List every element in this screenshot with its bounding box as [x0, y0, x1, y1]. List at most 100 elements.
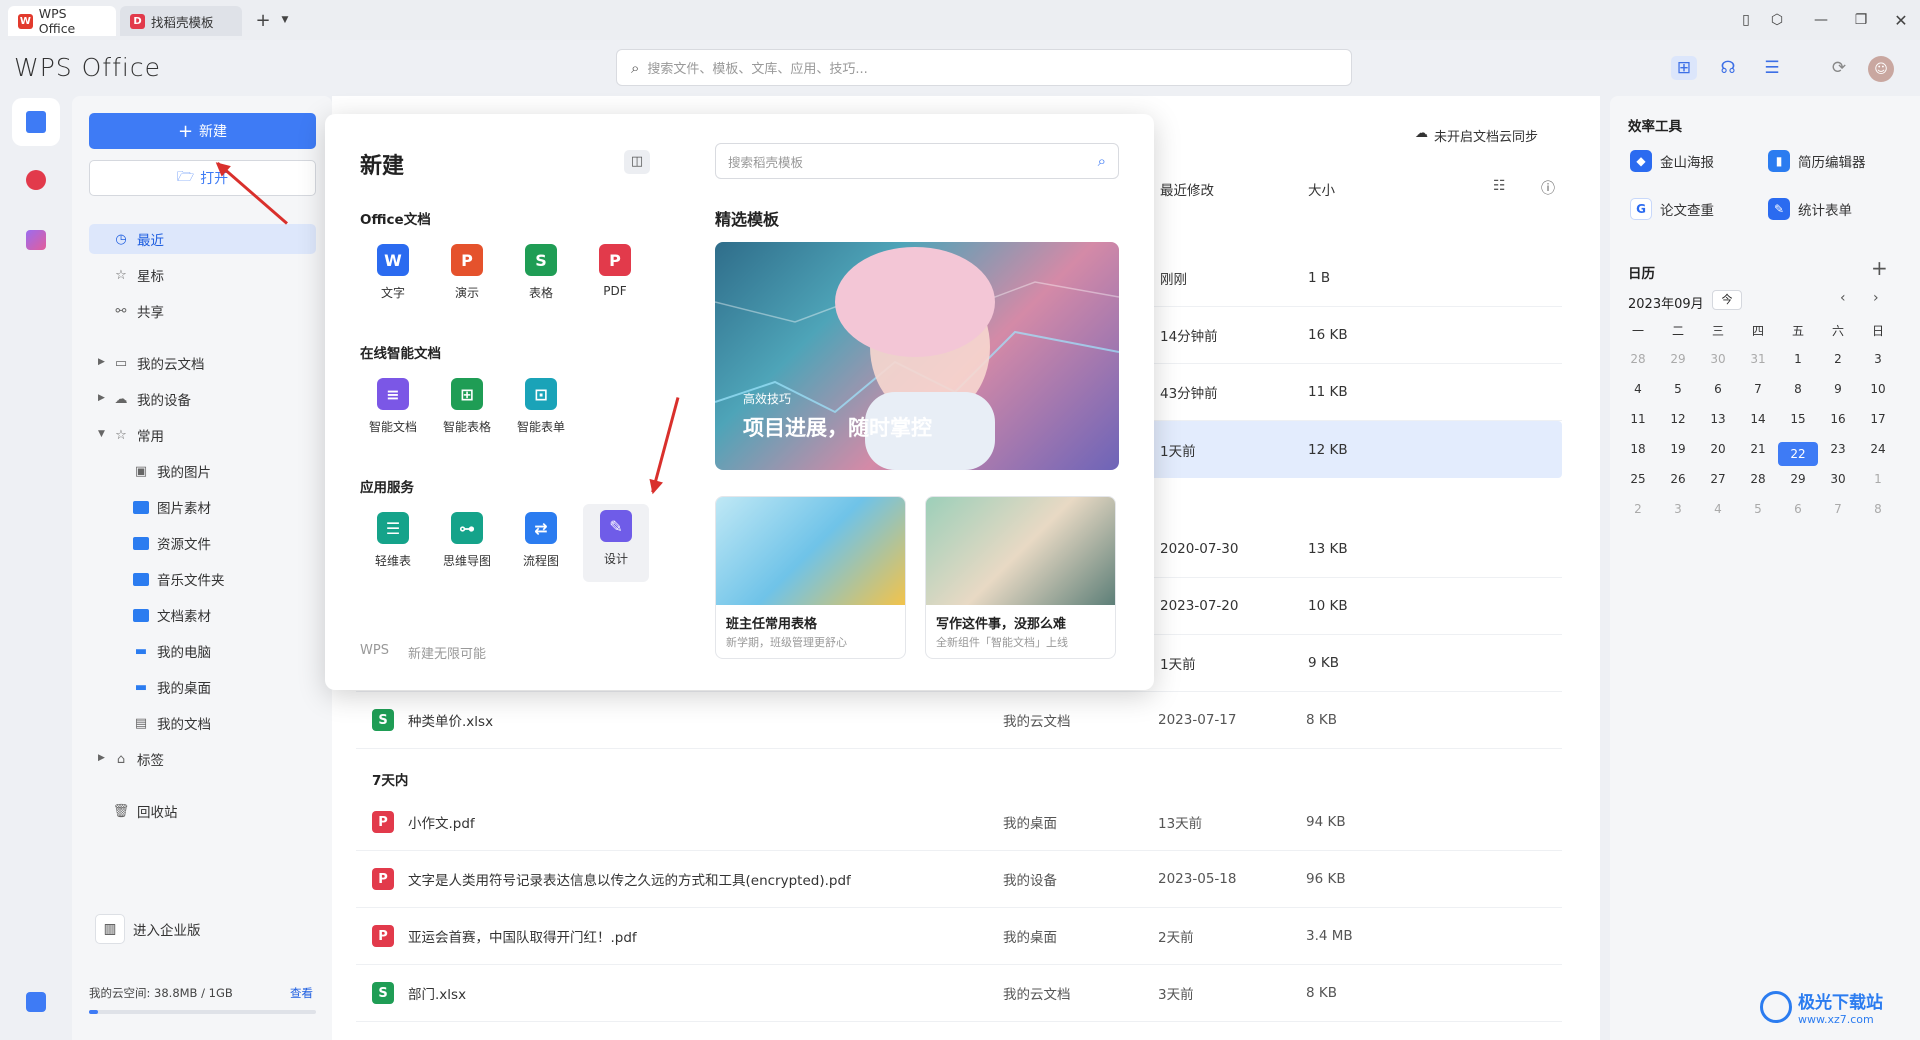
- minimize-icon[interactable]: —: [1808, 8, 1834, 32]
- calendar-day[interactable]: 28: [1618, 352, 1658, 366]
- calendar-day-today[interactable]: 22: [1778, 442, 1818, 466]
- calendar-day[interactable]: 25: [1618, 472, 1658, 486]
- calendar-day[interactable]: 29: [1658, 352, 1698, 366]
- nav-picture-assets[interactable]: 图片素材: [133, 492, 211, 522]
- nav-common[interactable]: ☆ 常用: [113, 420, 164, 450]
- tool-stat-form[interactable]: ✎ 统计表单: [1768, 198, 1852, 220]
- table-row[interactable]: P 小作文.pdf 我的桌面 13天前 94 KB: [356, 794, 1562, 851]
- calendar-day[interactable]: 1: [1778, 352, 1818, 366]
- avatar[interactable]: ☺: [1868, 56, 1894, 82]
- expand-caret-icon[interactable]: ▶: [98, 357, 105, 367]
- enterprise-link[interactable]: 进入企业版: [133, 914, 201, 944]
- calendar-day[interactable]: 14: [1738, 412, 1778, 426]
- new-smart-sheet-app[interactable]: ⊞ 智能表格: [435, 378, 499, 435]
- new-spreadsheet-app[interactable]: S 表格: [509, 244, 573, 301]
- calendar-day[interactable]: 19: [1658, 442, 1698, 456]
- calendar-day[interactable]: 8: [1778, 382, 1818, 396]
- calendar-day[interactable]: 26: [1658, 472, 1698, 486]
- prev-month-icon[interactable]: ‹: [1840, 290, 1846, 306]
- nav-recent[interactable]: ◷ 最近: [89, 224, 316, 254]
- calendar-day[interactable]: 5: [1658, 382, 1698, 396]
- calendar-day[interactable]: 2: [1618, 502, 1658, 516]
- calendar-day[interactable]: 27: [1698, 472, 1738, 486]
- calendar-day[interactable]: 17: [1858, 412, 1898, 426]
- nav-my-pictures[interactable]: ▣ 我的图片: [133, 456, 211, 486]
- tab-wps-office[interactable]: W WPS Office: [8, 6, 116, 36]
- tool-poster[interactable]: ◆ 金山海报: [1630, 150, 1714, 172]
- pdf-rail-icon[interactable]: [12, 156, 60, 204]
- expand-caret-icon[interactable]: ▶: [98, 393, 105, 403]
- nav-doc-assets[interactable]: 文档素材: [133, 600, 211, 630]
- calendar-day[interactable]: 20: [1698, 442, 1738, 456]
- today-button[interactable]: 今: [1712, 290, 1742, 310]
- table-row[interactable]: S 部门.xlsx 我的云文档 3天前 8 KB: [356, 965, 1562, 1022]
- tool-paper-check[interactable]: G 论文查重: [1630, 198, 1714, 220]
- new-pdf-app[interactable]: P PDF: [583, 244, 647, 298]
- restore-icon[interactable]: ❐: [1848, 8, 1874, 32]
- table-row[interactable]: P 亚运会首赛，中国队取得开门红！.pdf 我的桌面 2天前 3.4 MB: [356, 908, 1562, 965]
- template-search-input[interactable]: 搜索稻壳模板 ⌕: [715, 143, 1119, 179]
- sync-icon[interactable]: ⟳: [1826, 56, 1852, 80]
- calendar-day[interactable]: 4: [1698, 502, 1738, 516]
- calendar-day[interactable]: 13: [1698, 412, 1738, 426]
- calendar-day[interactable]: 4: [1618, 382, 1658, 396]
- calendar-day[interactable]: 6: [1778, 502, 1818, 516]
- tab-docer-template[interactable]: D 找稻壳模板: [120, 6, 242, 36]
- calendar-day[interactable]: 11: [1618, 412, 1658, 426]
- new-flowchart-app[interactable]: ⇄ 流程图: [509, 512, 573, 569]
- new-mindmap-app[interactable]: ⊶ 思维导图: [435, 512, 499, 569]
- new-smart-doc-app[interactable]: ≡ 智能文档: [361, 378, 425, 435]
- new-writer-app[interactable]: W 文字: [361, 244, 425, 301]
- column-size[interactable]: 大小: [1308, 179, 1335, 199]
- info-icon[interactable]: ⓘ: [1541, 178, 1555, 198]
- menu-icon[interactable]: ☰: [1759, 56, 1785, 80]
- nav-resource-files[interactable]: 资源文件: [133, 528, 211, 558]
- template-card[interactable]: 班主任常用表格 新学期，班级管理更舒心: [715, 496, 906, 659]
- table-row[interactable]: S 种类单价.xlsx 我的云文档 2023-07-17 8 KB: [356, 692, 1562, 749]
- collapse-caret-icon[interactable]: ▼: [98, 429, 105, 439]
- open-button[interactable]: 🗁 打开: [89, 160, 316, 196]
- calendar-day[interactable]: 29: [1778, 472, 1818, 486]
- close-icon[interactable]: ✕: [1888, 8, 1914, 32]
- chevron-down-icon[interactable]: ▼: [272, 8, 298, 32]
- cloud-rail-icon[interactable]: [12, 978, 60, 1026]
- nav-tags[interactable]: ⌂ 标签: [113, 744, 164, 774]
- calendar-day[interactable]: 24: [1858, 442, 1898, 456]
- calendar-day[interactable]: 21: [1738, 442, 1778, 456]
- calendar-day[interactable]: 30: [1698, 352, 1738, 366]
- calendar-day[interactable]: 8: [1858, 502, 1898, 516]
- nav-my-computer[interactable]: ▬ 我的电脑: [133, 636, 211, 666]
- new-presentation-app[interactable]: P 演示: [435, 244, 499, 301]
- calendar-day[interactable]: 16: [1818, 412, 1858, 426]
- expand-caret-icon[interactable]: ▶: [98, 753, 105, 763]
- featured-banner[interactable]: 高效技巧 项目进展，随时掌控: [715, 242, 1119, 470]
- nav-music-folder[interactable]: 音乐文件夹: [133, 564, 225, 594]
- calendar-day[interactable]: 6: [1698, 382, 1738, 396]
- calendar-day[interactable]: 31: [1738, 352, 1778, 366]
- calendar-day[interactable]: 3: [1858, 352, 1898, 366]
- grid-view-icon[interactable]: ⊞: [1671, 56, 1697, 80]
- template-card[interactable]: 写作这件事，没那么难 全新组件「智能文档」上线: [925, 496, 1116, 659]
- calendar-day[interactable]: 1: [1858, 472, 1898, 486]
- new-button[interactable]: + 新建: [89, 113, 316, 149]
- nav-my-desktop[interactable]: ▬ 我的桌面: [133, 672, 211, 702]
- calendar-day[interactable]: 7: [1738, 382, 1778, 396]
- calendar-day[interactable]: 2: [1818, 352, 1858, 366]
- calendar-day[interactable]: 3: [1658, 502, 1698, 516]
- column-modified[interactable]: 最近修改: [1160, 179, 1214, 199]
- new-light-table-app[interactable]: ☰ 轻维表: [361, 512, 425, 569]
- nav-cloud-docs[interactable]: ▭ 我的云文档: [113, 348, 205, 378]
- new-design-app[interactable]: ✎ 设计: [583, 504, 649, 582]
- enterprise-icon[interactable]: ▥: [95, 914, 125, 944]
- calendar-day[interactable]: 12: [1658, 412, 1698, 426]
- nav-recycle-bin[interactable]: 🗑 回收站: [113, 796, 178, 826]
- nav-shared[interactable]: ⚯ 共享: [113, 296, 164, 326]
- docs-rail-icon[interactable]: [12, 98, 60, 146]
- layout-icon[interactable]: ▯: [1733, 8, 1759, 32]
- calendar-day[interactable]: 7: [1818, 502, 1858, 516]
- calendar-day[interactable]: 9: [1818, 382, 1858, 396]
- nav-my-documents[interactable]: ▤ 我的文档: [133, 708, 211, 738]
- next-month-icon[interactable]: ›: [1873, 290, 1879, 306]
- calendar-day[interactable]: 15: [1778, 412, 1818, 426]
- search-input[interactable]: ⌕ 搜索文件、模板、文库、应用、技巧...: [616, 49, 1352, 86]
